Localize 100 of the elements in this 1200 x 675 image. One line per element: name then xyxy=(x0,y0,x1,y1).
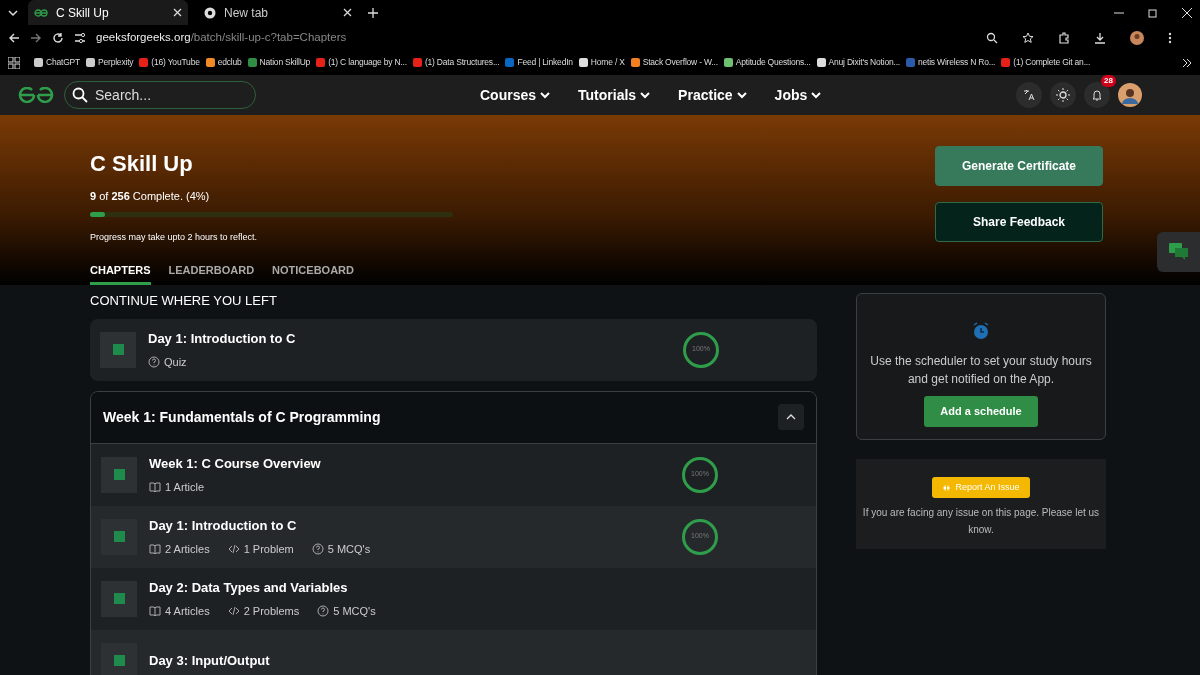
more-icon[interactable] xyxy=(1168,31,1172,44)
chapter-title[interactable]: Day 2: Data Types and Variables xyxy=(149,577,376,597)
translate-icon xyxy=(1023,89,1035,101)
bookmark-link[interactable]: (16) YouTube xyxy=(151,56,200,69)
extensions-icon[interactable] xyxy=(1058,31,1070,44)
theme-button[interactable] xyxy=(1050,82,1076,108)
bookmark-link[interactable]: Home / X xyxy=(590,56,625,69)
certificate-button[interactable]: Generate Certificate xyxy=(935,146,1103,186)
close-icon[interactable] xyxy=(343,8,352,17)
new-tab-icon[interactable] xyxy=(368,7,378,18)
restore-icon[interactable] xyxy=(1148,7,1158,18)
translate-button[interactable] xyxy=(1016,82,1042,108)
nav-menu[interactable]: Practice xyxy=(672,83,753,107)
add-schedule-button[interactable]: Add a schedule xyxy=(924,396,1038,427)
nav-menu[interactable]: Courses xyxy=(474,83,557,107)
bookmark-icon xyxy=(505,58,515,67)
chapter-thumbnail xyxy=(101,456,137,493)
apps-icon[interactable] xyxy=(8,56,20,69)
nav-menu[interactable]: Jobs xyxy=(768,83,828,107)
chapter-meta: 5 MCQ's xyxy=(327,542,371,557)
chevron-icon xyxy=(736,91,747,99)
bookmark-link[interactable]: netis Wireless N Ro... xyxy=(917,56,996,69)
bookmark-link[interactable]: Anuj Dixit's Notion... xyxy=(828,56,900,69)
bookmark-link[interactable]: Feed | LinkedIn xyxy=(517,56,573,69)
address-field[interactable]: geeksforgeeks.org/batch/skill-up-c?tab=Chapters xyxy=(96,28,347,47)
page-tab[interactable]: CHAPTERS xyxy=(90,261,151,285)
nav-menu[interactable]: Tutorials xyxy=(572,83,657,107)
sun-icon xyxy=(1056,88,1070,102)
bookmark-icon xyxy=(316,58,326,67)
question-icon xyxy=(148,356,160,369)
alarm-clock-icon xyxy=(972,321,990,340)
notification-badge: 28 xyxy=(1101,75,1116,87)
page-tab[interactable]: NOTICEBOARD xyxy=(272,261,354,285)
week-title: Week 1: Fundamentals of C Programming xyxy=(103,407,381,427)
notification-button[interactable] xyxy=(1084,82,1110,108)
logo-icon[interactable] xyxy=(18,87,54,103)
bookmark-icon xyxy=(34,58,43,67)
search-icon xyxy=(72,87,88,103)
progress-note: Progress may take upto 2 hours to reflect. xyxy=(90,230,259,244)
forward-icon[interactable] xyxy=(30,31,42,44)
more-bookmarks-icon[interactable] xyxy=(1182,57,1192,68)
chevron-up-icon xyxy=(786,414,796,420)
chat-button[interactable] xyxy=(1157,232,1200,272)
bookmark-link[interactable]: Stack Overflow - W... xyxy=(642,56,718,69)
bookmark-icon xyxy=(578,58,588,67)
logo-icon xyxy=(34,8,48,17)
bookmark-icon xyxy=(86,58,96,67)
collapse-button[interactable] xyxy=(778,404,804,430)
bookmark-link[interactable]: Aptitude Questions... xyxy=(735,56,811,69)
chapter-meta: 1 Problem xyxy=(243,542,294,557)
book-icon xyxy=(149,481,161,494)
download-icon[interactable] xyxy=(1094,31,1106,44)
chapter-meta: 2 Articles xyxy=(165,542,210,557)
code-icon xyxy=(227,605,240,618)
question-icon xyxy=(311,543,324,556)
book-icon xyxy=(149,543,161,556)
avatar-icon[interactable] xyxy=(1118,83,1142,107)
chapter-meta: 4 Articles xyxy=(165,604,210,619)
avatar-icon[interactable] xyxy=(1130,30,1144,45)
book-icon xyxy=(149,605,161,618)
close-icon[interactable] xyxy=(1182,7,1192,18)
bookmark-link[interactable]: edclub xyxy=(217,56,242,69)
bookmark-icon xyxy=(1001,58,1011,67)
chevron-icon xyxy=(811,91,822,99)
chapter-title[interactable]: Day 1: Introduction to C xyxy=(148,328,296,348)
report-text: If you are facing any issue on this page. Please let us know. xyxy=(861,506,1101,537)
bookmark-link[interactable]: Nation SkillUp xyxy=(259,56,311,69)
bookmark-icon xyxy=(905,58,915,67)
back-icon[interactable] xyxy=(8,31,20,44)
tab-title[interactable]: New tab xyxy=(224,3,269,22)
bookmark-link[interactable]: Perplexity xyxy=(98,56,134,69)
chapter-meta: 2 Problems xyxy=(243,604,300,619)
chevron-icon xyxy=(540,91,551,99)
progress-text: 9 of 256 Complete. (4%) xyxy=(90,189,211,204)
zoom-icon[interactable] xyxy=(986,31,998,44)
section-heading: CONTINUE WHERE YOU LEFT xyxy=(90,292,278,310)
bell-icon xyxy=(1091,89,1103,101)
bookmark-link[interactable]: ChatGPT xyxy=(46,56,81,69)
feedback-button[interactable]: Share Feedback xyxy=(935,202,1103,242)
reload-icon[interactable] xyxy=(52,31,64,44)
bookmark-link[interactable]: (1) Complete Git an... xyxy=(1013,56,1091,69)
close-icon[interactable] xyxy=(173,8,182,17)
chevron-icon xyxy=(640,91,651,99)
search-field[interactable]: Search... xyxy=(64,81,256,109)
chapter-thumbnail xyxy=(100,331,136,368)
bookmark-link[interactable]: (1) C language by N... xyxy=(328,56,407,69)
chapter-title[interactable]: Day 3: Input/Output xyxy=(149,650,270,671)
chapter-meta: Quiz xyxy=(164,355,187,370)
bookmark-icon xyxy=(205,58,215,67)
site-info-icon[interactable] xyxy=(74,31,86,44)
bookmark-icon xyxy=(723,58,733,67)
bookmark-link[interactable]: (1) Data Structures... xyxy=(424,56,500,69)
chapter-title[interactable]: Day 1: Introduction to C xyxy=(149,515,371,535)
chapter-meta: 5 MCQ's xyxy=(333,604,376,619)
bookmark-icon xyxy=(816,58,826,67)
star-icon[interactable] xyxy=(1022,31,1034,44)
tab-list-icon[interactable] xyxy=(8,7,18,18)
chat-icon xyxy=(1168,243,1189,261)
chapter-title[interactable]: Week 1: C Course Overview xyxy=(149,453,321,473)
page-tab[interactable]: LEADERBOARD xyxy=(168,261,255,285)
